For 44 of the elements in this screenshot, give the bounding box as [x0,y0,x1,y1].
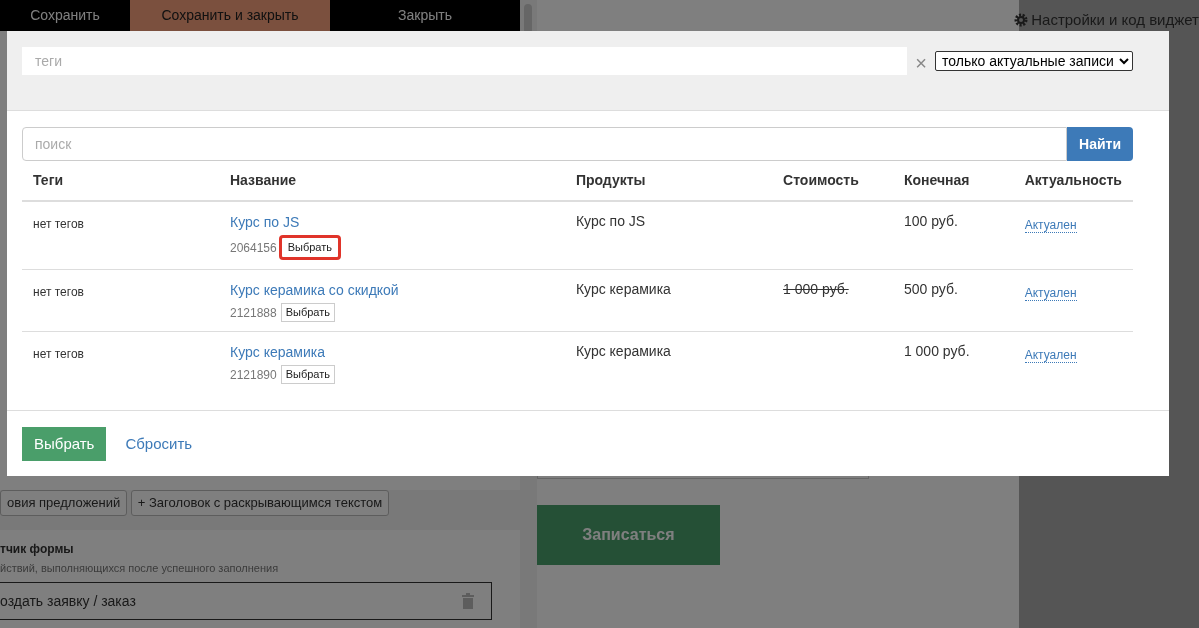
final-price: 1 000 руб. [903,343,970,359]
tag-text: нет тегов [33,217,84,231]
product-text: Курс по JS [575,213,646,229]
block-chip[interactable]: + Заголовок с раскрывающимся текстом [130,490,390,516]
block-chip[interactable]: овия предложений [0,490,128,516]
choose-button[interactable]: Выбрать [280,303,335,322]
product-text: Курс керамика [575,281,671,297]
column-header: Конечная [903,172,970,188]
action-row[interactable]: оздать заявку / заказ [0,582,492,620]
status-link[interactable]: Актуален [1024,286,1077,301]
record-id: 2121888 [230,304,277,322]
choose-button[interactable]: Выбрать [280,365,335,384]
status-link[interactable]: Актуален [1024,348,1077,363]
tag-text: нет тегов [33,285,84,299]
final-price: 100 руб. [903,213,958,229]
gear-icon[interactable] [1013,13,1028,28]
course-link[interactable]: Курс керамика [230,344,325,360]
clear-button[interactable]: × [915,49,927,77]
final-price: 500 руб. [903,281,958,297]
record-id: 2121890 [230,366,277,384]
section-title: тчик формы [0,541,74,556]
section-hint: йствий, выполняющихся после успешного заполнения [0,561,279,574]
tag-text: нет тегов [33,347,84,361]
product-text: Курс керамика [575,343,671,359]
choose-button[interactable]: Выбрать [278,235,341,260]
column-header: Теги [33,172,64,188]
course-link[interactable]: Курс керамика со скидкой [230,282,399,298]
submit-button[interactable]: Выбрать [22,427,107,461]
reset-link[interactable]: Сбросить [125,432,193,456]
course-link[interactable]: Курс по JS [230,214,300,230]
tags-field[interactable]: теги [22,47,908,75]
old-price: 1 000 руб. [783,281,849,297]
column-header: Стоимость [783,172,859,188]
status-link[interactable]: Актуален [1024,218,1077,233]
record-id: 2064156 [230,239,277,257]
search-field[interactable]: поиск [22,127,1067,161]
toolbar-button[interactable]: Сохранить и закрыть [130,0,330,31]
settings-link[interactable]: Настройки и код виджет [1031,9,1199,32]
column-header: Актуальность [1024,172,1122,188]
column-header: Название [230,172,297,188]
filter-select[interactable]: только актуальные записи [935,51,1133,71]
search-button[interactable]: Найти [1067,127,1133,161]
action-label: оздать заявку / заказ [0,591,136,611]
column-header: Продукты [575,172,646,188]
